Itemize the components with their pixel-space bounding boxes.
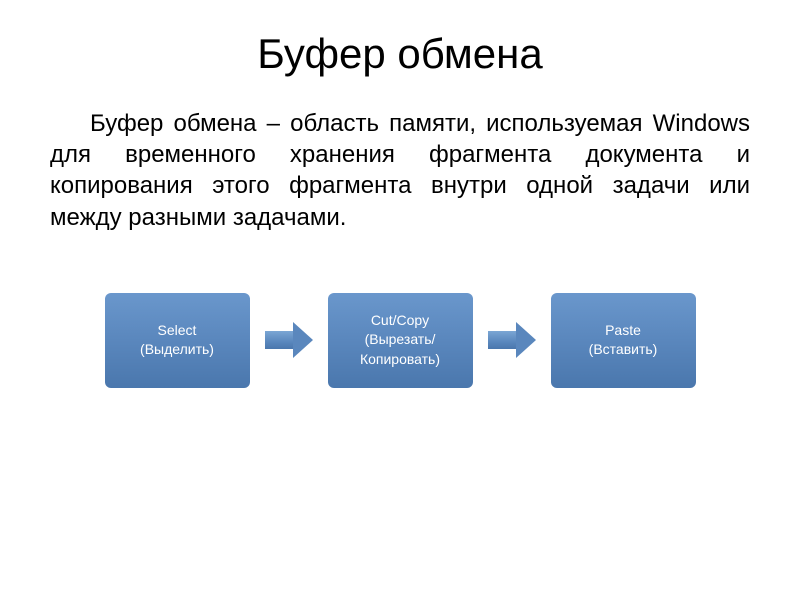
arrow-icon [488,322,536,358]
step-paste: Paste (Вставить) [551,293,696,388]
step-sublabel: (Вырезать/ [365,330,436,350]
step-label: Cut/Copy [371,311,429,331]
step-cutcopy: Cut/Copy (Вырезать/ Копировать) [328,293,473,388]
process-flow: Select (Выделить) Cut/Copy (Вырезать/ Ко… [50,293,750,388]
step-sublabel: (Выделить) [140,340,214,360]
step-label: Paste [605,321,641,341]
description-text: Буфер обмена – область памяти, используе… [50,108,750,233]
step-sublabel: (Вставить) [589,340,658,360]
arrow-icon [265,322,313,358]
step-sublabel: Копировать) [360,350,440,370]
step-label: Select [158,321,197,341]
page-title: Буфер обмена [50,30,750,78]
step-select: Select (Выделить) [105,293,250,388]
